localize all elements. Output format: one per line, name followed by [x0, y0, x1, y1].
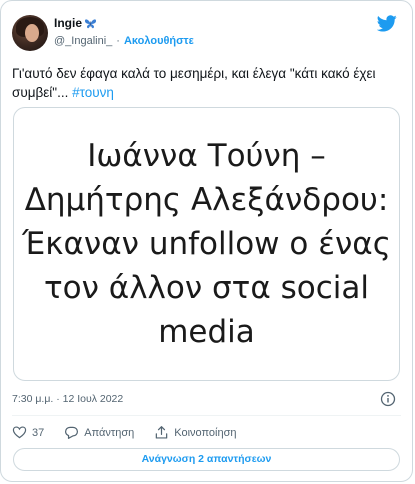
tweet-text: Γι'αυτό δεν έφαγα καλά το μεσημέρι, και … — [12, 64, 402, 102]
author-name-row[interactable]: Ingie — [54, 16, 97, 30]
embedded-tweet: Ingie @_Ingalini_ · Ακολουθήστε Γι'αυτό … — [0, 0, 413, 482]
reply-bubble-icon — [65, 426, 79, 439]
like-button[interactable]: 37 — [12, 425, 44, 440]
link-preview-card[interactable]: Ιωάννα Τούνη – Δημήτρης Αλεξάνδρου: Έκαν… — [13, 107, 400, 381]
tweet-timestamp[interactable]: 7:30 μ.μ. · 12 Ιουλ 2022 — [12, 393, 123, 405]
handle-row: @_Ingalini_ · Ακολουθήστε — [54, 35, 194, 47]
share-icon — [155, 426, 168, 439]
separator-dot: · — [116, 35, 120, 47]
display-name[interactable]: Ingie — [54, 16, 82, 30]
read-replies-button[interactable]: Ανάγνωση 2 απαντήσεων — [13, 448, 400, 471]
share-button[interactable]: Κοινοποίηση — [154, 425, 237, 440]
divider — [12, 415, 401, 416]
heart-icon — [12, 426, 27, 439]
avatar[interactable] — [12, 15, 48, 51]
user-handle[interactable]: @_Ingalini_ — [54, 35, 112, 47]
butterfly-icon — [84, 18, 97, 28]
hashtag-link[interactable]: #τουνη — [72, 85, 114, 100]
share-label: Κοινοποίηση — [174, 426, 237, 439]
follow-link[interactable]: Ακολουθήστε — [124, 35, 194, 47]
like-count: 37 — [32, 426, 45, 439]
card-title: Ιωάννα Τούνη – Δημήτρης Αλεξάνδρου: Έκαν… — [22, 138, 391, 350]
twitter-bird-icon[interactable] — [377, 15, 397, 32]
action-bar: 37 Απάντηση Κοινοποίηση — [12, 425, 257, 440]
info-icon[interactable] — [380, 391, 396, 407]
reply-label: Απάντηση — [84, 426, 135, 439]
tweet-body: Γι'αυτό δεν έφαγα καλά το μεσημέρι, και … — [12, 66, 376, 100]
reply-button[interactable]: Απάντηση — [64, 425, 134, 440]
